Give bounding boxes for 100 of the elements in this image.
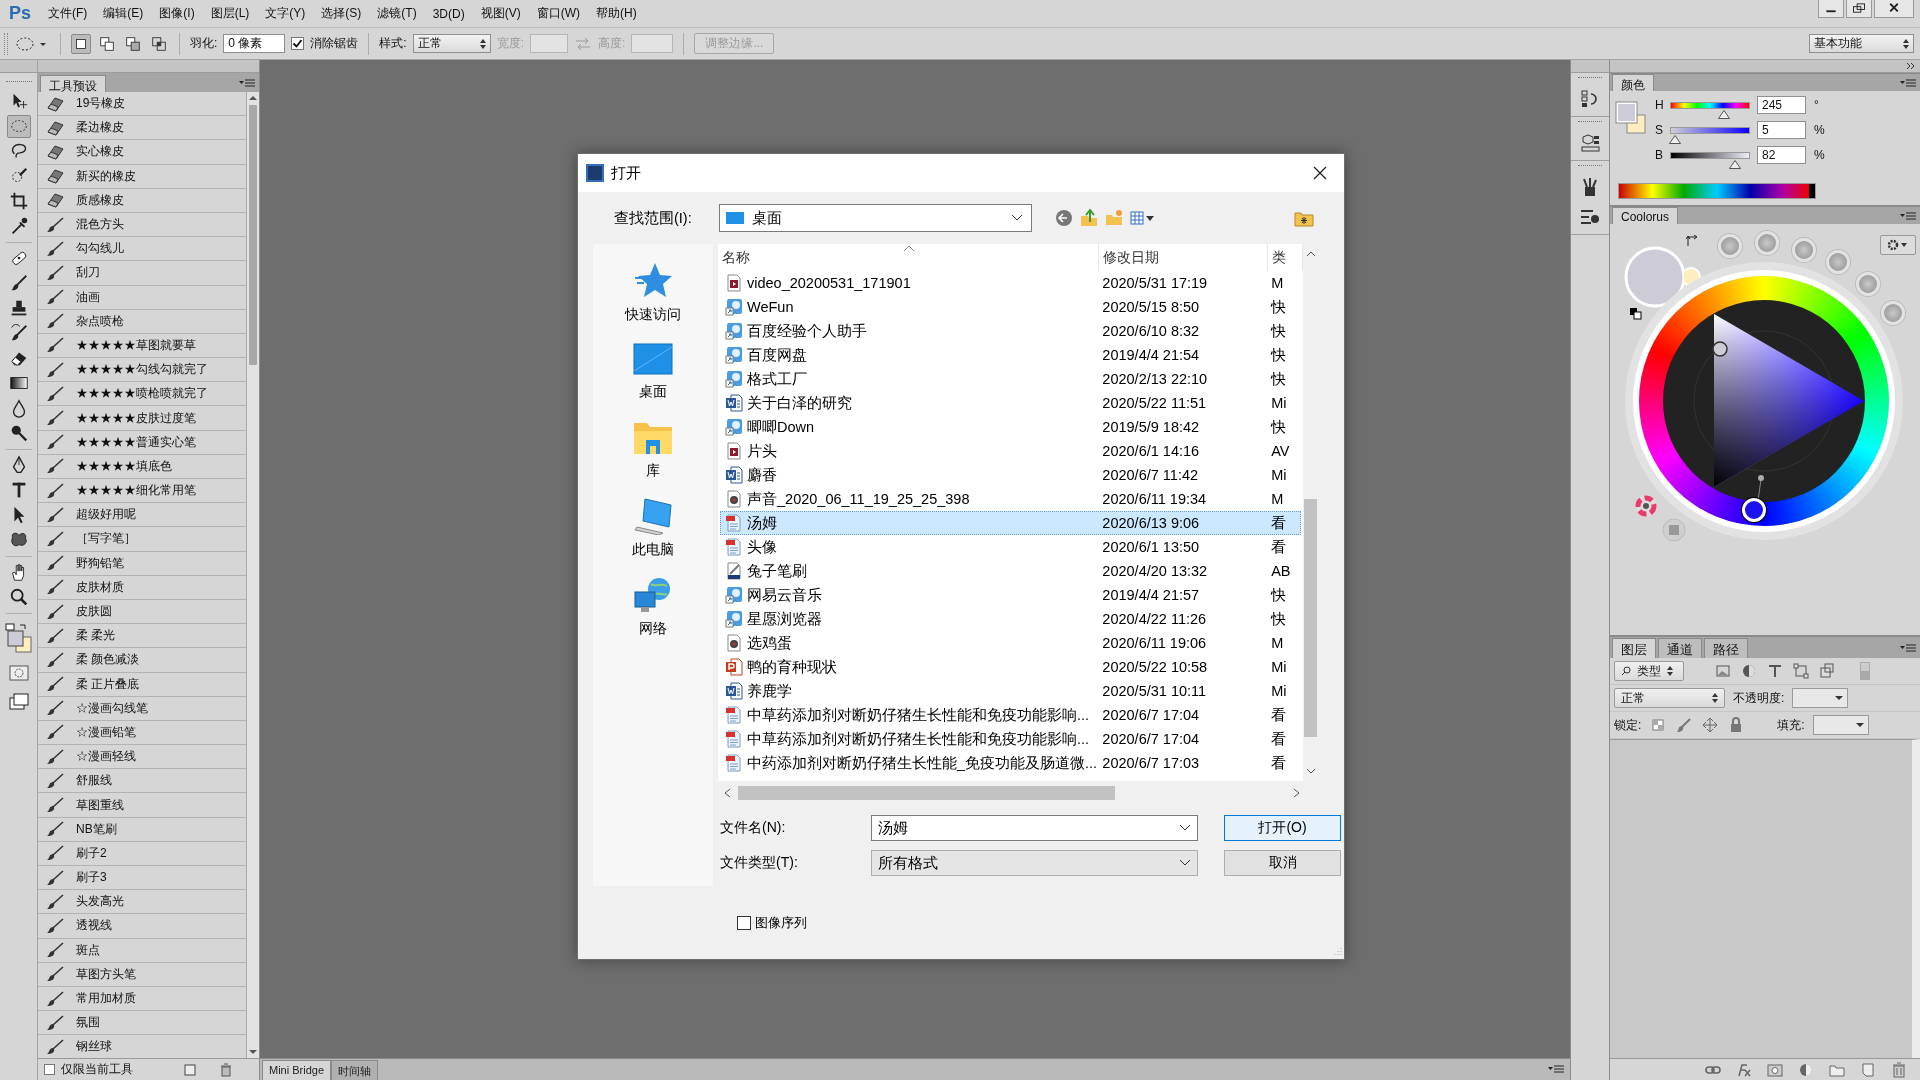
file-row[interactable]: 百度经验个人助手 2020/6/10 8:32 快 [720,319,1301,343]
menu-item[interactable]: 视图(V) [472,3,529,24]
menu-item[interactable]: 图层(L) [202,3,258,24]
place-button[interactable]: 快速访问 [625,260,681,324]
collapse-icon[interactable] [1906,62,1916,70]
folder-icon[interactable] [1294,209,1314,227]
scrollbar-thumb[interactable] [1304,499,1317,737]
panel-tab[interactable]: Mini Bridge [262,1060,332,1080]
file-row[interactable]: 中草药添加剂对断奶仔猪生长性能和免疫功能影响... 2020/6/7 17:04 看 [720,727,1301,751]
panel-tab[interactable]: 图层 [1612,638,1656,658]
fill-field[interactable] [1812,715,1869,735]
file-row[interactable]: 头像 2020/6/1 13:50 看 [720,535,1301,559]
file-row[interactable]: 选鸡蛋 2020/6/11 19:06 M [720,631,1301,655]
feather-field[interactable]: 0 像素 [223,34,286,53]
menu-item[interactable]: 图像(I) [151,3,203,24]
restore-icon[interactable] [1846,0,1872,18]
menu-item[interactable]: 帮助(H) [588,3,645,24]
scrollbar-thumb[interactable] [249,105,257,365]
preset-item[interactable]: 混色方头 [38,212,246,238]
preset-item[interactable]: ★★★★★填底色 [38,454,246,479]
preset-item[interactable]: 柔 正片叠底 [38,672,246,697]
opacity-field[interactable] [1792,688,1849,708]
type-filter-icon[interactable] [1766,662,1784,680]
scroll-up-icon[interactable] [1305,250,1316,257]
quick-mask-icon[interactable] [7,663,30,683]
3d-panel-icon[interactable] [1579,132,1601,154]
panel-tab[interactable]: 通道 [1658,638,1702,658]
file-type-select[interactable]: 所有格式 [871,850,1198,876]
workspace-select[interactable]: 基本功能 [1809,34,1914,53]
preset-item[interactable]: 实心橡皮 [38,140,246,165]
grip-handle[interactable] [1578,165,1602,168]
cancel-button[interactable]: 取消 [1224,850,1341,876]
preset-item[interactable]: 杂点喷枪 [38,309,246,334]
screen-mode-icon[interactable] [7,691,30,713]
place-button[interactable]: 库 [633,418,673,480]
width-field[interactable] [530,34,569,53]
preset-item[interactable]: ★★★★★皮肤过度笔 [38,406,246,431]
current-tool-checkbox[interactable] [44,1064,55,1075]
file-row[interactable]: 兔子笔刷 2020/4/20 13:32 AB [720,559,1301,583]
panel-tab[interactable]: Coolorus [1612,207,1679,224]
file-row[interactable]: 中草药添加剂对断奶仔猪生长性能和免疫功能影响... 2020/6/7 17:04 看 [720,703,1301,727]
preset-item[interactable]: ★★★★★勾线勾就完了 [38,358,246,383]
preset-item[interactable]: 头发高光 [38,890,246,915]
image-sequence-checkbox[interactable] [737,916,751,930]
preset-item[interactable]: 勾勾线儿 [38,237,246,262]
new-preset-icon[interactable] [183,1062,197,1077]
shape-filter-icon[interactable] [1792,662,1810,680]
file-row[interactable]: 麝香 2020/6/7 11:42 Mi [720,463,1301,487]
scroll-down-icon[interactable] [249,1049,257,1055]
panel-menu-icon[interactable] [1900,210,1916,221]
panel-menu-icon[interactable] [239,77,255,88]
antialias-checkbox[interactable] [291,37,305,50]
preset-item[interactable]: 超级好用呢 [38,503,246,528]
dropdown-caret-icon[interactable] [1179,824,1191,832]
preset-item[interactable]: 刷子3 [38,866,246,891]
current-color-swatch[interactable] [1624,246,1686,308]
preset-item[interactable]: 油画 [38,285,246,310]
preset-item[interactable]: 新买的橡皮 [38,164,246,189]
back-icon[interactable] [1054,208,1074,228]
panel-tab[interactable]: 时间轴 [331,1060,379,1080]
view-menu-icon[interactable] [1129,208,1155,228]
preset-item[interactable]: ★★★★★普通实心笔 [38,430,246,455]
style-select[interactable]: 正常 [412,34,491,53]
file-row[interactable]: 汤姆 2020/6/13 9:06 看 [720,511,1301,535]
channel-field[interactable]: 82 [1757,146,1806,164]
preset-item[interactable]: 柔边橡皮 [38,116,246,141]
preset-item[interactable]: 氛围 [38,1011,246,1036]
file-row[interactable]: 鸭的育种现状 2020/5/22 10:58 Mi [720,655,1301,679]
menu-item[interactable]: 3D(D) [424,4,473,23]
preset-item[interactable]: 柔 颜色减淡 [38,648,246,673]
menu-item[interactable]: 文件(F) [40,3,96,24]
preset-item[interactable]: 常用加材质 [38,986,246,1012]
color-spectrum[interactable] [1618,183,1816,199]
preset-item[interactable]: 柔 柔光 [38,624,246,649]
file-row[interactable]: 片头 2020/6/1 14:16 AV [720,439,1301,463]
default-colors-icon[interactable] [1630,308,1642,320]
file-row[interactable]: 网易云音乐 2019/4/4 21:57 快 [720,583,1301,607]
file-row[interactable]: 星愿浏览器 2020/4/22 11:26 快 [720,607,1301,631]
preset-item[interactable]: 19号橡皮 [38,92,246,117]
channel-field[interactable]: 245 [1757,96,1806,114]
grip-handle[interactable] [5,81,32,85]
dropdown-caret-icon[interactable] [1011,214,1023,222]
menu-item[interactable]: 文字(Y) [257,3,314,24]
lock-position-icon[interactable] [1701,716,1720,734]
color-swatches-icon[interactable] [1615,101,1647,135]
dropdown-caret-icon[interactable] [1179,859,1191,867]
scrollbar-thumb[interactable] [738,786,1115,800]
height-field[interactable] [631,34,674,53]
filter-toggle-icon[interactable] [1860,662,1870,680]
swap-colors-icon[interactable] [1686,235,1698,247]
preset-item[interactable]: 草图重线 [38,793,246,818]
file-row[interactable]: 中药添加剂对断奶仔猪生长性能_免疫功能及肠道微... 2020/6/7 17:03 看 [720,751,1301,775]
file-row[interactable]: 声音_2020_06_11_19_25_25_398 2020/6/11 19:34 M [720,487,1301,511]
preset-item[interactable]: NB笔刷 [38,817,246,842]
panel-tab[interactable]: 工具预设 [40,75,106,92]
menu-item[interactable]: 窗口(W) [528,3,588,24]
panel-menu-icon[interactable] [1900,642,1916,653]
panel-menu-icon[interactable] [1900,77,1916,88]
place-button[interactable]: 此电脑 [632,497,674,559]
color-mixer-button[interactable] [1634,494,1658,518]
